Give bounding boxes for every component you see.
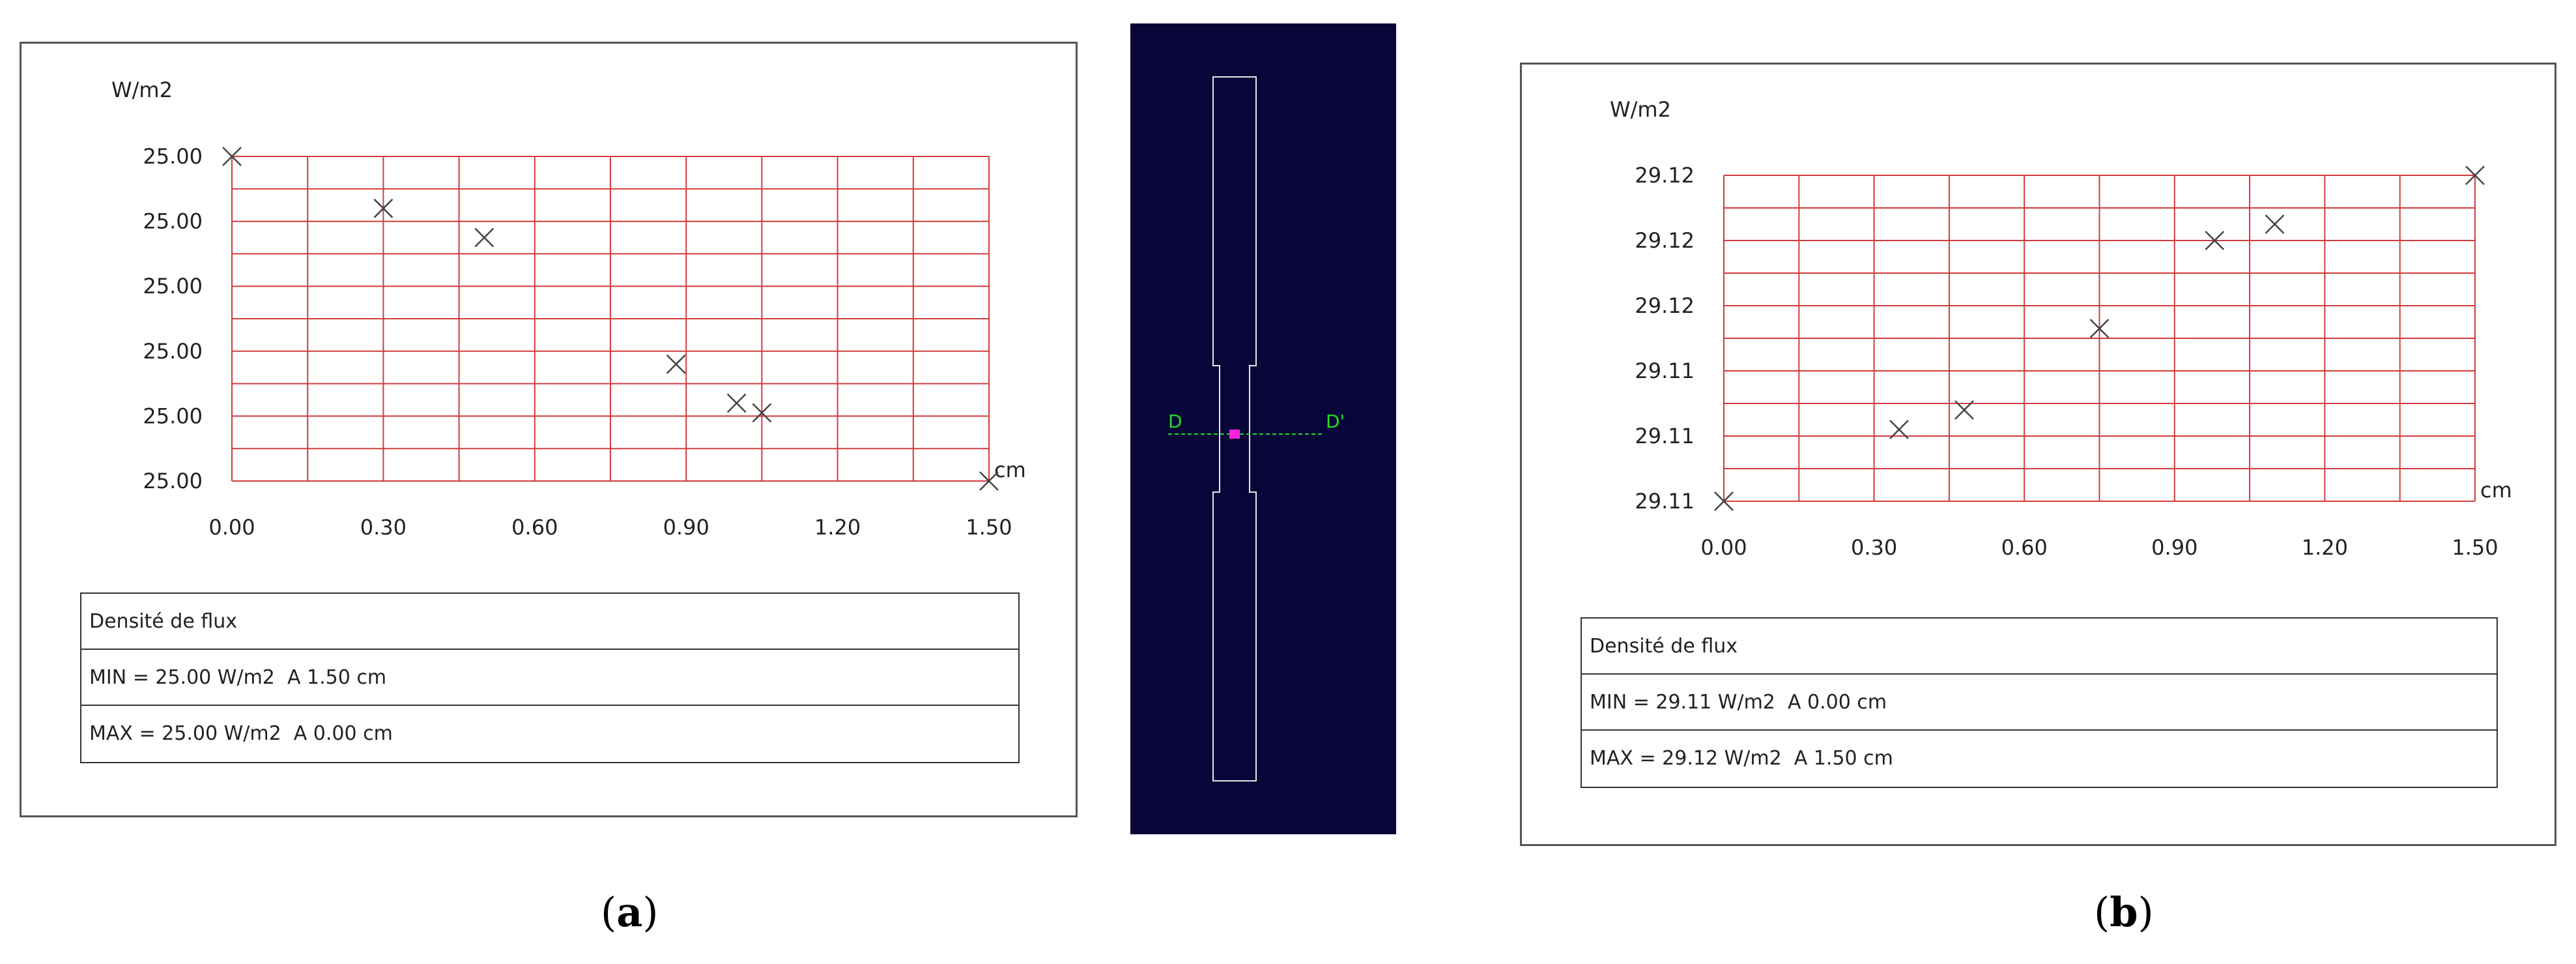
x-tick-label: 0.00: [208, 515, 255, 540]
y-tick-label: 25.00: [143, 339, 203, 364]
data-point-marker: [2265, 214, 2285, 234]
y-tick-label: 29.11: [1635, 489, 1695, 514]
y-tick-label: 29.11: [1635, 358, 1695, 383]
y-tick-label: 25.00: [143, 209, 203, 234]
y-tick-label: 29.12: [1635, 228, 1695, 253]
x-axis-label: cm: [2480, 478, 2512, 503]
sample-geometry-view: D D': [1130, 23, 1396, 834]
chart-panel-b: W/m2 cm 29.12 29.12 29.12 29.11 29.11 29.11 0.00…: [1520, 63, 2556, 846]
y-tick-label: 25.00: [143, 469, 203, 493]
x-tick-label: 0.00: [1700, 535, 1747, 560]
chart-panel-a: W/m2 cm 25.00 25.00 25.00 25.00 25.00 25.00 0.00…: [20, 42, 1078, 817]
flux-table-b: Densité de flux MIN = 29.11 W/m2 A 0.00 …: [1581, 617, 2498, 788]
caption-b: (b): [2094, 888, 2154, 936]
y-tick-label: 29.12: [1635, 293, 1695, 318]
x-tick-label: 0.30: [360, 515, 407, 540]
x-tick-label: 1.20: [2302, 535, 2348, 560]
y-tick-label: 25.00: [143, 144, 203, 169]
y-tick-label: 25.00: [143, 274, 203, 299]
sample-geometry-svg: D D': [1168, 76, 1345, 781]
table-max: MAX = 25.00 W/m2 A 0.00 cm: [89, 722, 393, 745]
y-tick-label: 25.00: [143, 403, 203, 428]
y-tick-label: 29.11: [1635, 424, 1695, 448]
y-tick-label: 29.12: [1635, 163, 1695, 188]
table-max: MAX = 29.12 W/m2 A 1.50 cm: [1590, 747, 1893, 770]
measure-point: [1229, 430, 1240, 439]
x-axis-label: cm: [994, 458, 1026, 482]
table-header: Densité de flux: [81, 594, 1018, 650]
caption-a-letter: a: [616, 888, 643, 936]
data-point-marker: [666, 354, 686, 374]
caption-a: (a): [601, 888, 659, 936]
flux-chart-a: W/m2cm25.0025.0025.0025.0025.0025.000.00…: [111, 78, 1026, 540]
table-min: MIN = 25.00 W/m2 A 1.50 cm: [81, 650, 1018, 706]
cut-label-start: D: [1168, 411, 1182, 432]
table-header: Densité de flux: [1582, 619, 2497, 675]
flux-table-a: Densité de flux MIN = 25.00 W/m2 A 1.50 …: [80, 592, 1020, 763]
x-tick-label: 1.20: [814, 515, 861, 540]
sample-outline: [1212, 76, 1257, 781]
x-tick-label: 0.60: [511, 515, 558, 540]
data-point-marker: [474, 227, 494, 248]
flux-chart-b: W/m2cm29.1229.1229.1229.1129.1129.110.00…: [1610, 97, 2512, 560]
y-axis-label: W/m2: [111, 78, 173, 102]
x-tick-label: 0.90: [2151, 535, 2197, 560]
x-tick-label: 0.60: [2001, 535, 2048, 560]
data-point-marker: [726, 393, 747, 413]
table-min: MIN = 29.11 W/m2 A 0.00 cm: [1582, 675, 2497, 731]
x-tick-label: 1.50: [966, 515, 1012, 540]
x-tick-label: 1.50: [2452, 535, 2498, 560]
cut-label-end: D': [1326, 411, 1345, 432]
x-tick-label: 0.90: [663, 515, 709, 540]
x-tick-label: 0.30: [1851, 535, 1897, 560]
caption-b-letter: b: [2110, 888, 2138, 936]
y-axis-label: W/m2: [1610, 97, 1671, 122]
